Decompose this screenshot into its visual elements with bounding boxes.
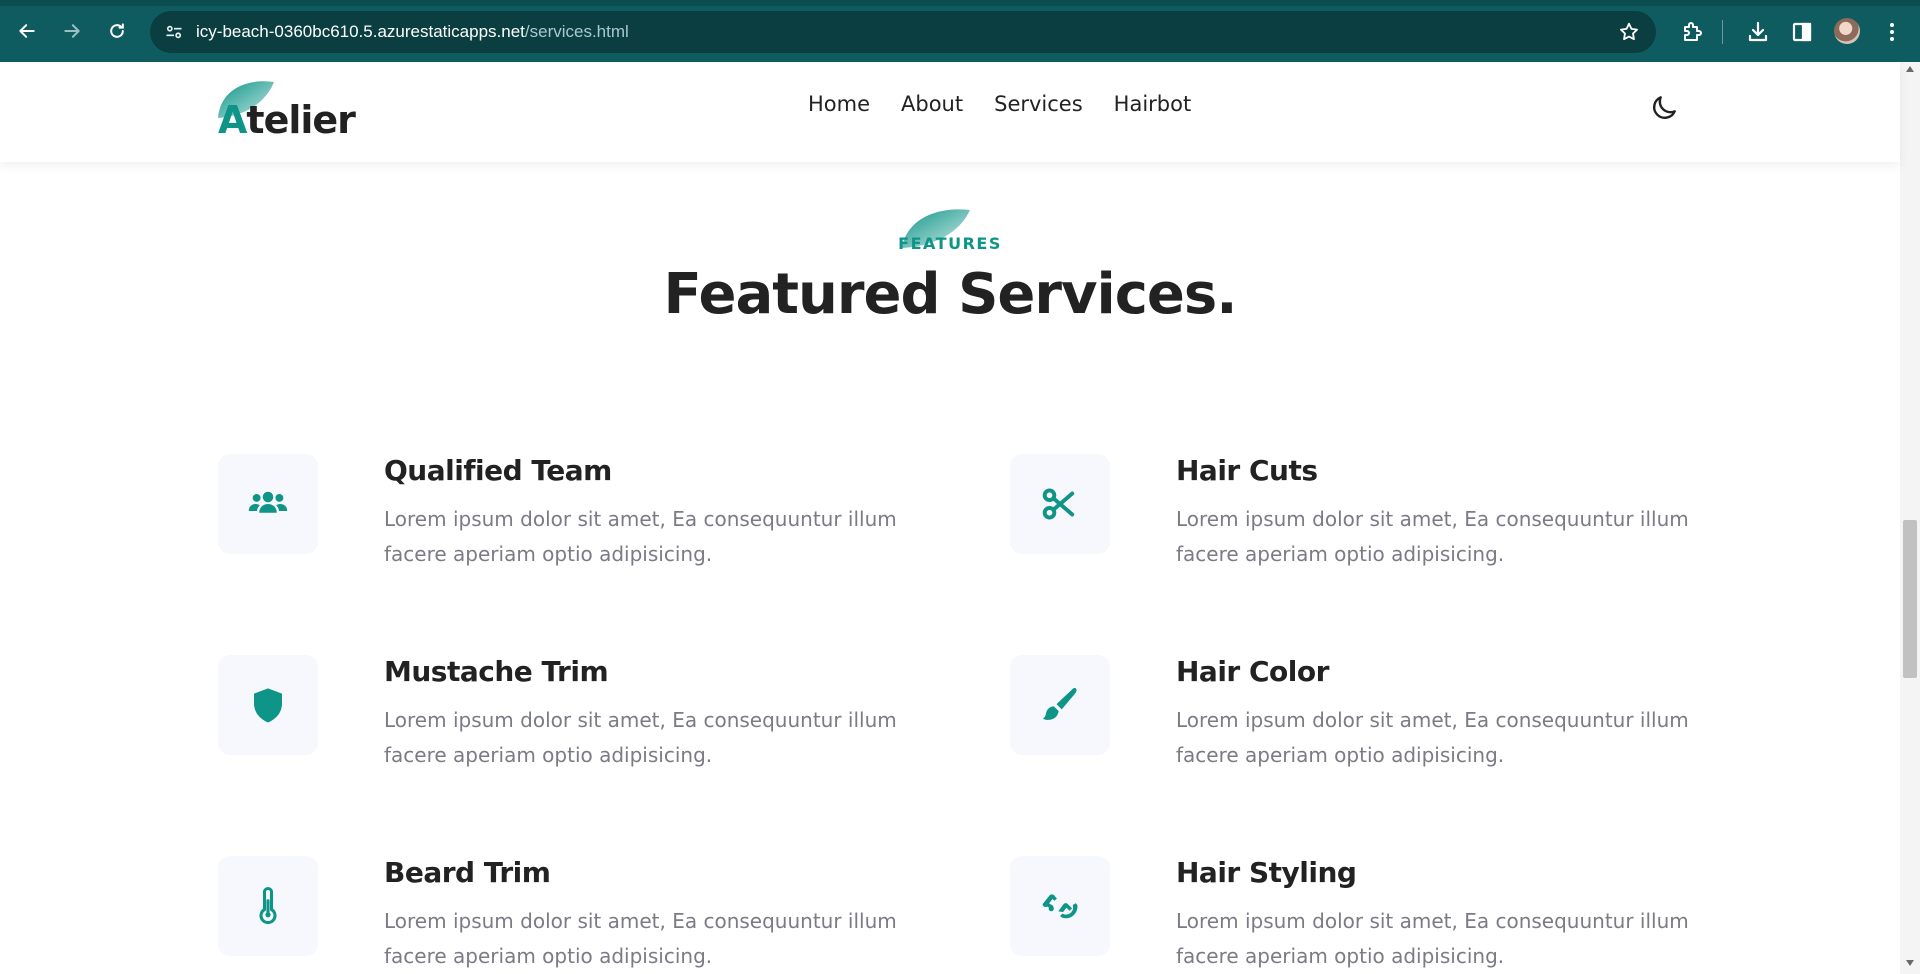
hands-icon xyxy=(1042,894,1078,919)
nav-services[interactable]: Services xyxy=(994,92,1083,116)
service-title: Hair Cuts xyxy=(1176,454,1318,487)
service-icon-box xyxy=(218,856,318,956)
thermometer-icon xyxy=(259,886,277,925)
downloads-icon[interactable] xyxy=(1746,20,1770,44)
extensions-icon[interactable] xyxy=(1680,20,1704,44)
page-viewport: Atelier Home About Services Hairbot FEAT… xyxy=(0,62,1920,974)
scissors-icon xyxy=(1042,488,1075,520)
service-title: Mustache Trim xyxy=(384,655,609,688)
scroll-down-arrow-icon[interactable] xyxy=(1906,960,1914,966)
service-card: Mustache Trim Lorem ipsum dolor sit amet… xyxy=(218,655,918,815)
logo-rest: telier xyxy=(246,98,356,142)
site-settings-icon[interactable] xyxy=(164,22,184,42)
section-eyebrow: FEATURES xyxy=(898,234,1002,253)
service-icon-box xyxy=(1010,655,1110,755)
paintbrush-icon xyxy=(1042,687,1077,720)
service-card: Hair Cuts Lorem ipsum dolor sit amet, Ea… xyxy=(1010,454,1710,614)
service-icon-box xyxy=(1010,856,1110,956)
moon-icon[interactable] xyxy=(1648,92,1680,124)
scroll-up-arrow-icon[interactable] xyxy=(1906,66,1914,72)
main-nav: Home About Services Hairbot xyxy=(808,92,1222,116)
profile-avatar[interactable] xyxy=(1834,18,1860,44)
service-description: Lorem ipsum dolor sit amet, Ea consequun… xyxy=(1176,909,1689,968)
site-header: Atelier Home About Services Hairbot xyxy=(0,62,1900,162)
scrollbar-thumb[interactable] xyxy=(1903,520,1917,678)
service-card: Hair Styling Lorem ipsum dolor sit amet,… xyxy=(1010,856,1710,974)
address-bar[interactable]: icy-beach-0360bc610.5.azurestaticapps.ne… xyxy=(150,11,1656,53)
service-card: Qualified Team Lorem ipsum dolor sit ame… xyxy=(218,454,918,614)
service-card: Hair Color Lorem ipsum dolor sit amet, E… xyxy=(1010,655,1710,815)
section-title: Featured Services. xyxy=(663,262,1238,327)
side-panel-icon[interactable] xyxy=(1790,20,1814,44)
service-icon-box xyxy=(218,655,318,755)
logo-text: Atelier xyxy=(218,98,356,142)
service-description: Lorem ipsum dolor sit amet, Ea consequun… xyxy=(1176,507,1689,566)
logo-first-letter: A xyxy=(218,98,247,142)
service-description: Lorem ipsum dolor sit amet, Ea consequun… xyxy=(384,909,897,968)
toolbar-divider xyxy=(1722,20,1723,44)
service-icon-box xyxy=(218,454,318,554)
bookmark-star-icon[interactable] xyxy=(1618,21,1640,43)
browser-menu-icon[interactable] xyxy=(1880,20,1904,44)
shield-icon xyxy=(254,688,282,723)
nav-home[interactable]: Home xyxy=(808,92,870,116)
browser-toolbar: icy-beach-0360bc610.5.azurestaticapps.ne… xyxy=(0,0,1920,62)
service-description: Lorem ipsum dolor sit amet, Ea consequun… xyxy=(384,708,897,767)
service-icon-box xyxy=(1010,454,1110,554)
service-description: Lorem ipsum dolor sit amet, Ea consequun… xyxy=(1176,708,1689,767)
nav-about[interactable]: About xyxy=(901,92,963,116)
url-domain: icy-beach-0360bc610.5.azurestaticapps.ne… xyxy=(196,22,525,41)
url-path: /services.html xyxy=(524,22,629,41)
users-icon xyxy=(248,491,288,513)
service-title: Hair Styling xyxy=(1176,856,1357,889)
service-description: Lorem ipsum dolor sit amet, Ea consequun… xyxy=(384,507,897,566)
back-icon[interactable] xyxy=(12,16,42,46)
service-title: Qualified Team xyxy=(384,454,612,487)
url-text[interactable]: icy-beach-0360bc610.5.azurestaticapps.ne… xyxy=(196,22,629,42)
reload-icon[interactable] xyxy=(102,16,132,46)
service-title: Hair Color xyxy=(1176,655,1329,688)
forward-icon[interactable] xyxy=(57,16,87,46)
service-card: Beard Trim Lorem ipsum dolor sit amet, E… xyxy=(218,856,918,974)
service-title: Beard Trim xyxy=(384,856,551,889)
site-logo[interactable]: Atelier xyxy=(216,76,356,146)
tab-strip xyxy=(0,0,1920,6)
page-scrollbar[interactable] xyxy=(1900,62,1920,974)
nav-hairbot[interactable]: Hairbot xyxy=(1114,92,1192,116)
